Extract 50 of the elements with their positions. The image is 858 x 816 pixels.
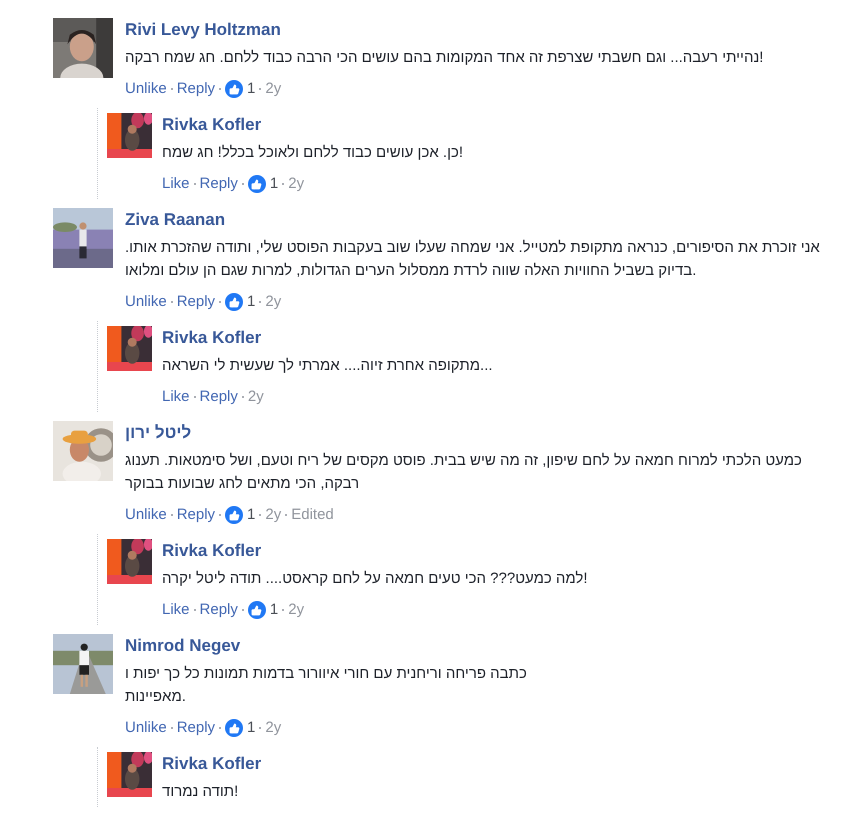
comment-text: תודה נמרוד! <box>162 782 240 802</box>
reply-link[interactable]: Reply <box>200 598 238 622</box>
author-name[interactable]: Rivka Kofler <box>162 327 493 349</box>
timestamp: 2y <box>265 292 282 312</box>
author-name[interactable]: Rivka Kofler <box>162 753 262 775</box>
author-name[interactable]: ליטל ירון <box>125 422 838 444</box>
timestamp: 2y <box>288 174 304 194</box>
comment-text: כמעט הלכתי למרוח חמאה על לחם שיפון, זה מה שיש בבית. פוסט מקסים של ריח וטעם, ושל סימטאות. תענוג רבקה, הכי מתאים לחג שבועות בבוקר <box>125 451 803 494</box>
like-count: 1 <box>247 504 256 525</box>
timestamp: 2y <box>265 718 282 738</box>
author-name[interactable]: Rivka Kofler <box>162 540 588 562</box>
like-icon <box>225 719 244 737</box>
like-link[interactable]: Unlike <box>125 290 167 314</box>
comment-text: נהייתי רעבה... וגם חשבתי שצרפת זה אחד המקומות בהם עושים הכי הרבה כבוד ללחם. חג שמח רבקה! <box>125 48 764 68</box>
like-link[interactable]: Like <box>162 386 190 408</box>
reply-link[interactable]: Reply <box>200 172 238 196</box>
author-name[interactable]: Ziva Raanan <box>125 209 838 231</box>
reply-link[interactable]: Reply <box>176 504 216 526</box>
like-icon <box>225 80 244 98</box>
edited-label: Edited <box>291 504 334 525</box>
like-icon <box>248 601 266 619</box>
like-count: 1 <box>270 174 278 194</box>
comment-text: מתקופה אחרת זיוה.... אמרתי לך שעשית לי השראה... <box>162 356 493 376</box>
timestamp: 2y <box>248 386 264 407</box>
like-link[interactable]: Like <box>162 598 190 622</box>
reply-link[interactable]: Reply <box>176 716 216 740</box>
like-link[interactable]: Unlike <box>125 504 167 526</box>
timestamp: 2y <box>288 600 304 620</box>
like-count: 1 <box>247 718 256 738</box>
like-icon <box>248 175 266 193</box>
like-count: 1 <box>270 600 278 620</box>
comment-text: כתבה פריחה וריחנית עם חורי איוורור בדמות תמונות כל כך יפות ו מאפיינות. <box>125 664 527 707</box>
comment-text: כן. אכן עושים כבוד ללחם ולאוכל בכלל! חג שמח! <box>162 143 464 163</box>
comment-text: למה כמעט??? הכי טעים חמאה על לחם קראסט.... תודה ליטל יקרה! <box>162 569 588 589</box>
like-link[interactable]: Unlike <box>125 78 167 100</box>
author-name[interactable]: Nimrod Negev <box>125 635 527 657</box>
like-link[interactable]: Like <box>162 172 190 196</box>
reply-link[interactable]: Reply <box>176 290 216 314</box>
reply-link[interactable]: Reply <box>200 386 238 408</box>
like-count: 1 <box>247 292 256 312</box>
like-icon <box>225 293 244 311</box>
like-link[interactable]: Unlike <box>125 716 167 740</box>
comment-text: אני זוכרת את הסיפורים, כנראה מתקופת למטייל. אני שמחה שעלו שוב בעקבות הפוסט שלי, ותודה שהזכרת אותו. בדיוק בשביל החוויות האלה שווה לרדת ממסלול הערים הגדולות, למרות שגם הן עולם ומלואו. <box>125 238 821 281</box>
timestamp: 2y <box>265 504 282 525</box>
timestamp: 2y <box>265 78 282 99</box>
author-name[interactable]: Rivka Kofler <box>162 114 464 136</box>
author-name[interactable]: Rivi Levy Holtzman <box>125 19 764 41</box>
reply-link[interactable]: Reply <box>176 78 216 100</box>
like-count: 1 <box>247 78 256 99</box>
like-icon <box>225 506 244 524</box>
